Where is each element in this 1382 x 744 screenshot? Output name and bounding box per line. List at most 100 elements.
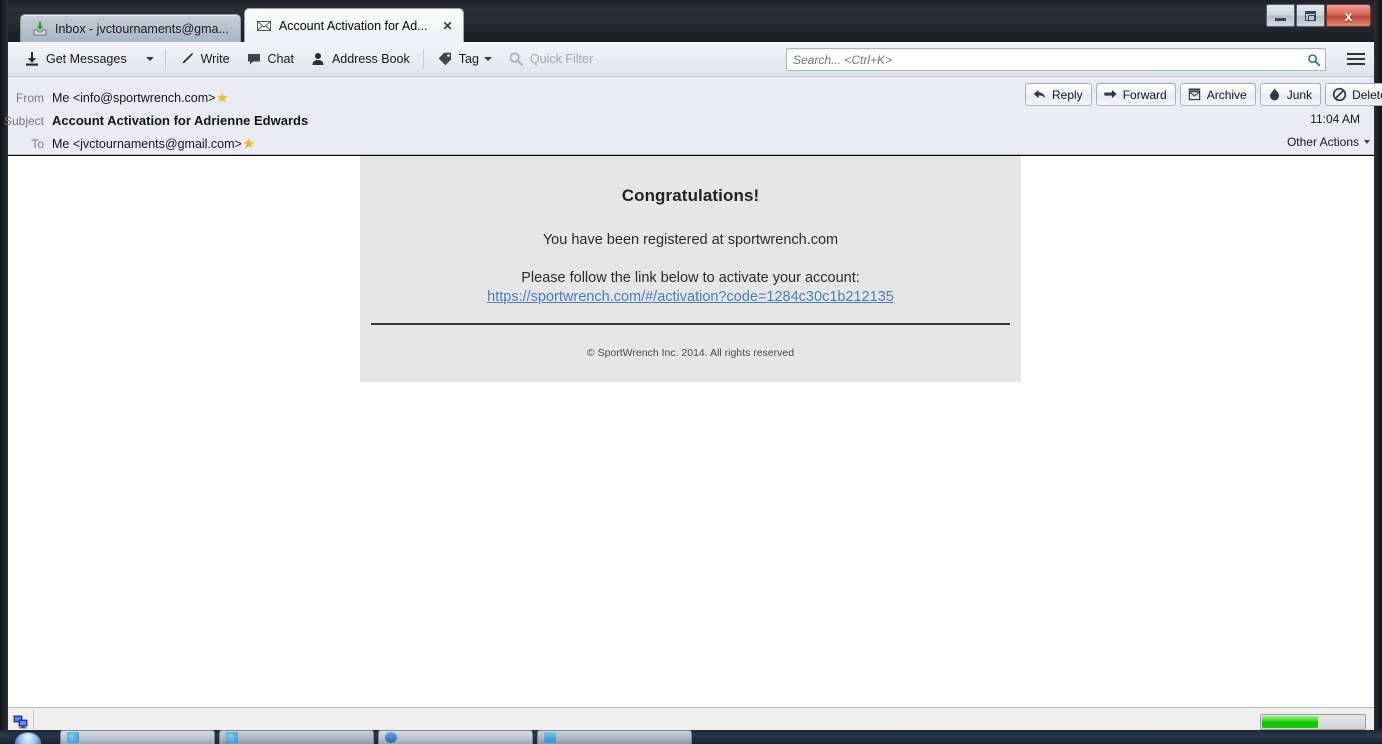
forward-button[interactable]: Forward (1095, 83, 1176, 106)
download-mail-icon (24, 51, 40, 67)
address-book-label: Address Book (331, 52, 410, 66)
junk-button[interactable]: Junk (1259, 83, 1322, 106)
quota-progress-bar (1260, 714, 1366, 730)
no-entry-icon (1332, 87, 1347, 102)
header-row-subject: Subject Account Activation for Adrienne … (0, 113, 308, 128)
email-divider (371, 323, 1010, 325)
toolbar-separator-1 (164, 49, 166, 69)
toolbar-separator-2 (422, 49, 424, 69)
hamburger-line (1347, 63, 1365, 65)
minimize-button[interactable] (1266, 4, 1295, 27)
minimize-icon (1275, 17, 1286, 21)
tab-inbox-label: Inbox - jvctournaments@gma... (55, 21, 229, 36)
person-icon (310, 51, 326, 67)
tab-account-activation[interactable]: Account Activation for Ad... ✕ (243, 8, 464, 42)
search-input[interactable] (787, 52, 1303, 67)
window-controls: x (1266, 4, 1372, 27)
archive-button[interactable]: Archive (1179, 83, 1256, 106)
email-line-1: You have been registered at sportwrench.… (542, 232, 839, 248)
close-icon: x (1344, 7, 1353, 24)
taskbar-item[interactable] (219, 730, 374, 744)
get-messages-button[interactable]: Get Messages (16, 47, 135, 72)
star-icon[interactable]: ★ (216, 90, 228, 106)
to-label: To (31, 137, 44, 151)
junk-label: Junk (1286, 87, 1313, 102)
taskbar-item[interactable] (378, 730, 533, 744)
tag-label: Tag (458, 52, 479, 66)
subject-value: Account Activation for Adrienne Edwards (52, 113, 309, 128)
chevron-down-icon (483, 57, 492, 61)
header-row-to: To Me <jvctournaments@gmail.com> ★ (0, 136, 255, 152)
chevron-down-icon (1364, 140, 1370, 144)
windows-orb-icon (15, 732, 41, 744)
pencil-icon (179, 51, 195, 67)
chat-label: Chat (267, 52, 294, 66)
subject-label: Subject (3, 113, 44, 128)
app-menu-button[interactable] (1344, 48, 1368, 70)
search-icon[interactable] (1303, 53, 1325, 67)
message-action-buttons: Reply Forward Archive Junk Delet (1025, 83, 1382, 106)
chat-bubble-icon (246, 51, 262, 67)
delete-button[interactable]: Delete (1325, 83, 1382, 106)
header-row-from: From Me <info@sportwrench.com> ★ (0, 90, 228, 106)
maximize-icon (1305, 10, 1316, 21)
write-button[interactable]: Write (171, 47, 238, 72)
activation-link[interactable]: https://sportwrench.com/#/activation?cod… (487, 289, 894, 305)
chat-button[interactable]: Chat (238, 47, 302, 72)
window-frame-right (1374, 0, 1382, 744)
from-label: From (16, 91, 44, 105)
other-actions-button[interactable]: Other Actions (1287, 135, 1370, 149)
get-messages-label: Get Messages (46, 52, 127, 66)
folder-icon (544, 732, 556, 743)
app-icon (226, 732, 238, 743)
window-titlebar: x Inbox - jvctournaments@gma... Account … (0, 0, 1382, 42)
firefox-icon (385, 732, 397, 743)
email-line-2: Please follow the link below to activate… (521, 270, 860, 286)
email-copyright: © SportWrench Inc. 2014. All rights rese… (586, 347, 795, 359)
message-body-pane: Congratulations! You have been registere… (8, 156, 1374, 707)
flame-icon (1267, 87, 1282, 102)
email-content-card: Congratulations! You have been registere… (360, 156, 1021, 382)
tab-strip: Inbox - jvctournaments@gma... Account Ac… (20, 8, 464, 42)
reply-button[interactable]: Reply (1025, 83, 1092, 106)
inbox-icon (32, 21, 48, 37)
taskbar-item[interactable] (60, 730, 215, 744)
from-value[interactable]: Me <info@sportwrench.com> (52, 91, 215, 105)
close-button[interactable]: x (1326, 4, 1371, 27)
start-button[interactable] (0, 730, 56, 744)
delete-label: Delete (1352, 87, 1382, 102)
search-box[interactable] (786, 48, 1326, 71)
window-frame-left (0, 0, 8, 744)
other-actions-label: Other Actions (1286, 135, 1359, 149)
star-icon[interactable]: ★ (243, 136, 255, 152)
taskbar-item[interactable] (537, 730, 692, 744)
tab-close-icon[interactable]: ✕ (441, 19, 455, 33)
chevron-down-icon (145, 57, 154, 61)
tab-account-activation-label: Account Activation for Ad... (278, 18, 428, 33)
tag-icon (437, 51, 453, 67)
write-label: Write (200, 52, 230, 66)
search-icon (508, 51, 524, 67)
os-taskbar (0, 730, 1382, 744)
get-messages-dropdown[interactable] (135, 47, 160, 72)
forward-arrow-icon (1103, 87, 1118, 102)
hamburger-line (1347, 58, 1365, 60)
email-heading: Congratulations! (621, 186, 760, 205)
archive-label: Archive (1206, 87, 1247, 102)
tag-button[interactable]: Tag (429, 47, 500, 72)
to-value[interactable]: Me <jvctournaments@gmail.com> (52, 137, 242, 151)
forward-label: Forward (1122, 87, 1167, 102)
hamburger-line (1347, 53, 1365, 55)
message-timestamp: 11:04 AM (1310, 112, 1360, 126)
address-book-button[interactable]: Address Book (302, 47, 418, 72)
tab-inbox[interactable]: Inbox - jvctournaments@gma... (20, 14, 241, 42)
app-icon (67, 732, 79, 743)
maximize-button[interactable] (1296, 4, 1325, 27)
quick-filter-label: Quick Filter (529, 52, 594, 66)
quick-filter-button[interactable]: Quick Filter (500, 47, 601, 72)
archive-box-icon (1187, 87, 1202, 102)
reply-label: Reply (1052, 87, 1083, 102)
envelope-icon (256, 18, 272, 34)
quota-progress-fill (1262, 716, 1319, 728)
reply-arrow-icon (1032, 87, 1047, 102)
